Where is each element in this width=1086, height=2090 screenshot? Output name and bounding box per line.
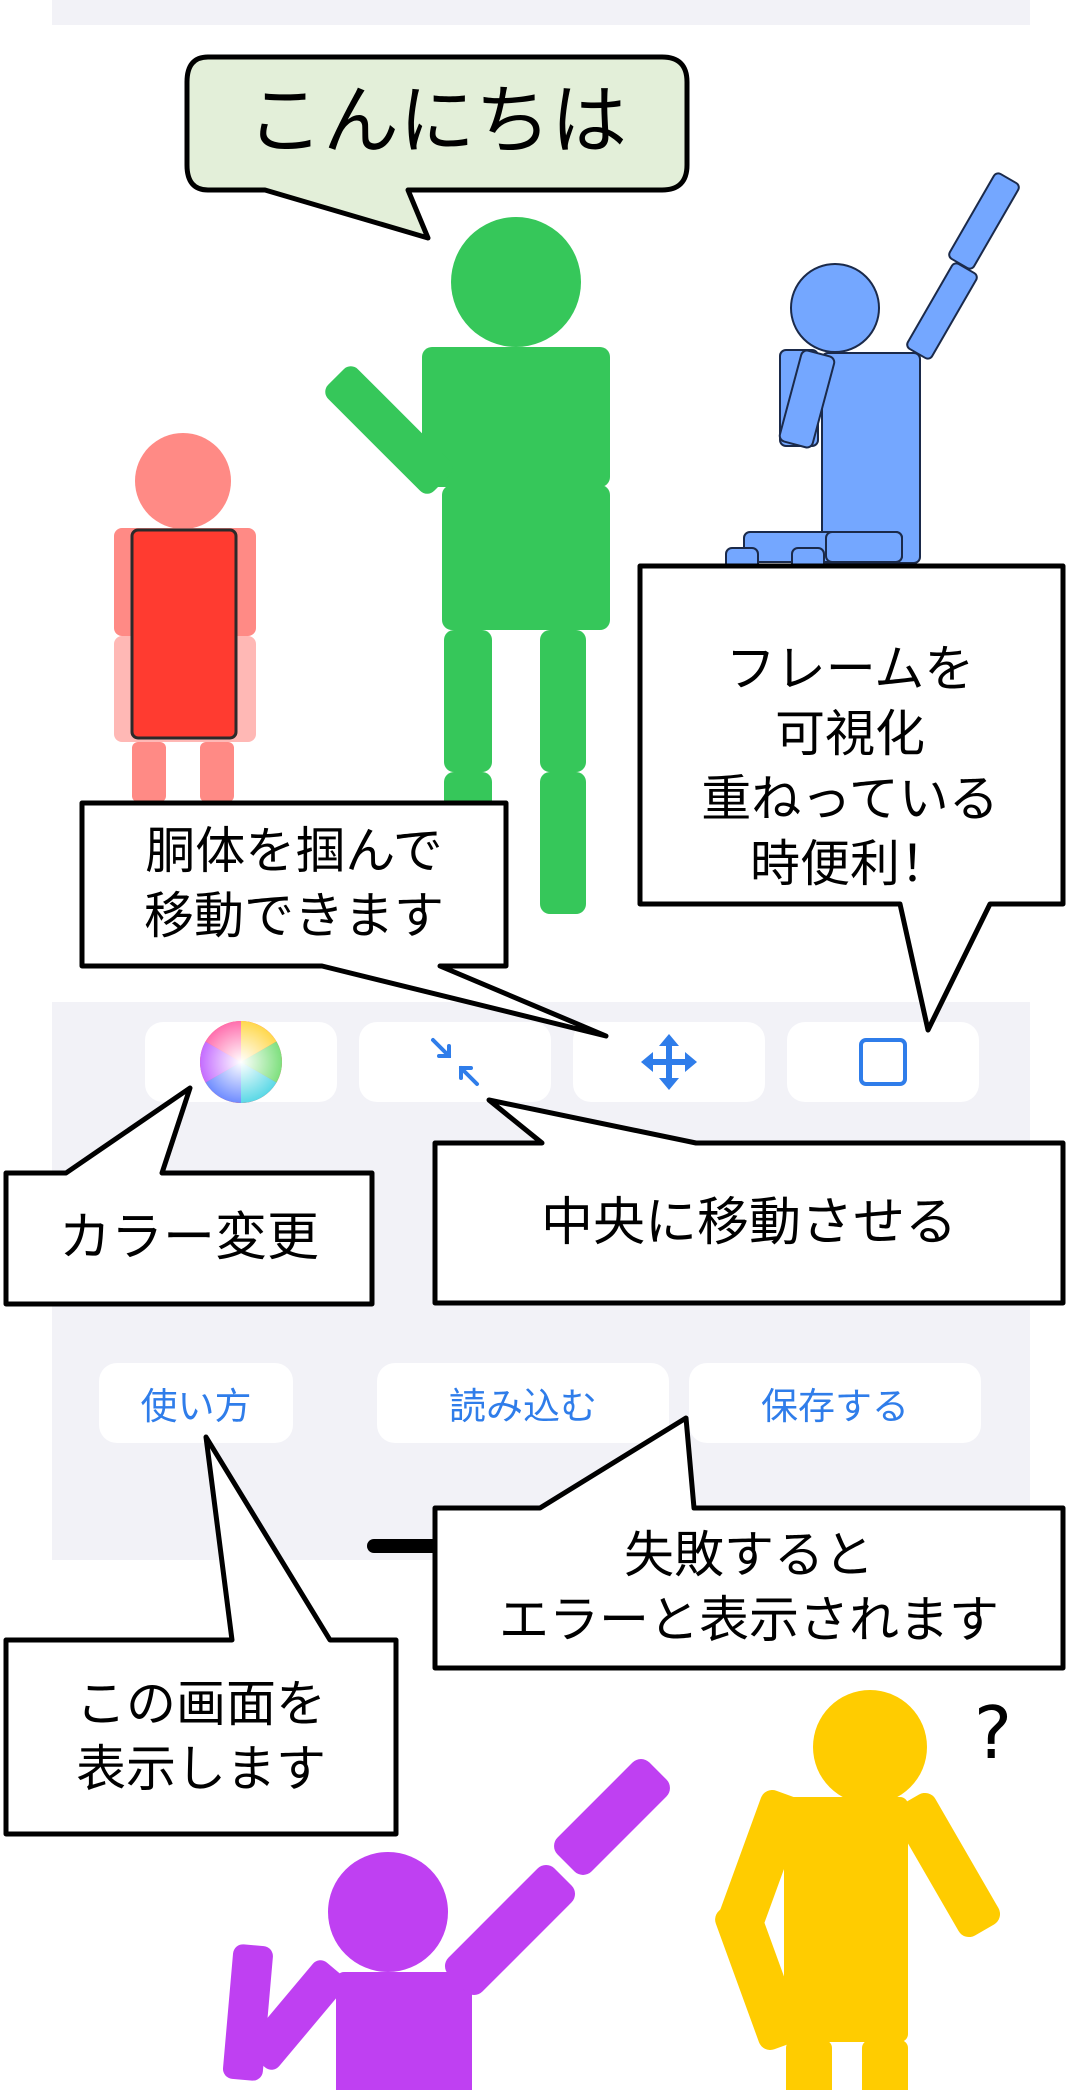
bubble-color-text: カラー変更 bbox=[6, 1176, 372, 1300]
bubble-center-text: 中央に移動させる bbox=[435, 1143, 1063, 1303]
bubble-frame-text: フレームを 可視化 重ねっている 時便利！ bbox=[640, 632, 1060, 902]
fail-text-line-1: 失敗すると bbox=[624, 1526, 874, 1584]
frame-text-line-4: 時便利！ bbox=[750, 835, 950, 893]
help-text-line-2: 表示します bbox=[76, 1740, 326, 1798]
fail-text-line-2: エラーと表示されます bbox=[499, 1591, 999, 1649]
bubble-fail-text: 失敗すると エラーと表示されます bbox=[435, 1508, 1063, 1668]
grab-text-line-2: 移動できます bbox=[144, 887, 444, 945]
question-mark: ? bbox=[968, 1688, 1018, 1778]
hello-text: こんにちは bbox=[247, 76, 627, 166]
bubble-hello-text: こんにちは bbox=[192, 62, 682, 180]
frame-text-line-3: 重ねっている bbox=[701, 770, 999, 828]
help-text-line-1: この画面を bbox=[76, 1675, 326, 1733]
red-figure[interactable] bbox=[114, 433, 256, 802]
grab-text-line-1: 胴体を掴んで bbox=[145, 822, 443, 880]
question-mark-text: ? bbox=[973, 1690, 1013, 1775]
bubble-help-text: この画面を 表示します bbox=[6, 1640, 396, 1834]
color-text: カラー変更 bbox=[58, 1207, 319, 1268]
center-text: 中央に移動させる bbox=[540, 1192, 957, 1253]
bubble-grab-text: 胴体を掴んで 移動できます bbox=[84, 808, 504, 960]
frame-text-line-2: 可視化 bbox=[775, 705, 925, 763]
yellow-figure[interactable] bbox=[712, 1690, 1005, 2090]
frame-text-line-1: フレームを bbox=[725, 640, 975, 698]
